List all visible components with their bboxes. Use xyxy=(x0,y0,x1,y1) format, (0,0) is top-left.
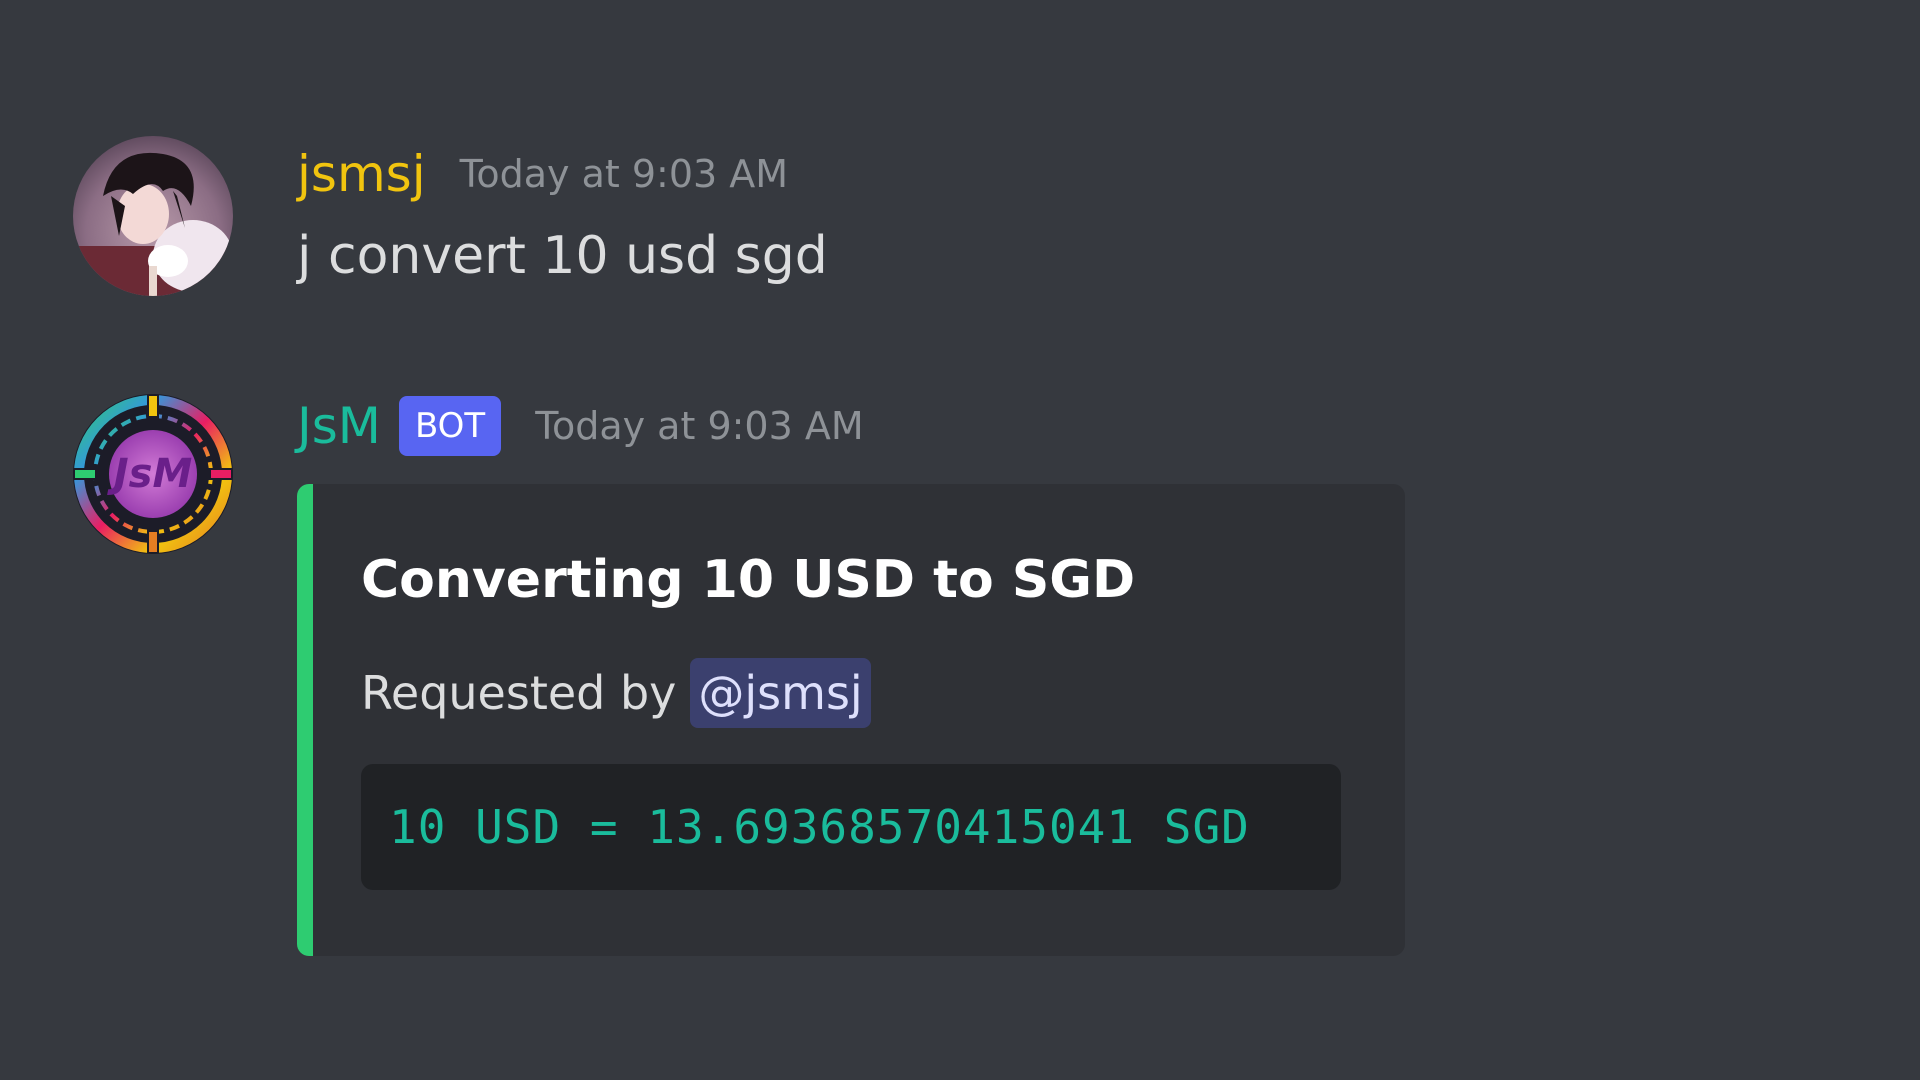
message-header: JsM BOT Today at 9:03 AM xyxy=(297,394,864,458)
timestamp[interactable]: Today at 9:03 AM xyxy=(460,142,788,206)
embed-description: Requested by @jsmsj xyxy=(361,658,871,728)
bot-logo-text: JsM xyxy=(113,451,193,497)
code-text: 10 USD = 13.69368570415041 SGD xyxy=(389,800,1250,854)
message-content: j convert 10 usd sgd xyxy=(297,226,828,286)
embed-description-text: Requested by xyxy=(361,666,677,720)
message-embed: Converting 10 USD to SGD Requested by @j… xyxy=(297,484,1405,956)
chat-message-list: jsmsj Today at 9:03 AM j convert 10 usd … xyxy=(0,0,1920,1080)
code-block: 10 USD = 13.69368570415041 SGD xyxy=(361,764,1341,890)
username[interactable]: JsM xyxy=(297,394,381,458)
user-avatar[interactable] xyxy=(73,136,233,296)
anime-character-avatar-icon xyxy=(73,136,233,296)
bot-avatar[interactable]: JsM xyxy=(73,394,233,554)
username[interactable]: jsmsj xyxy=(297,142,426,206)
timestamp[interactable]: Today at 9:03 AM xyxy=(535,394,863,458)
user-mention[interactable]: @jsmsj xyxy=(690,658,871,728)
embed-title: Converting 10 USD to SGD xyxy=(361,550,1136,610)
bot-tag-badge: BOT xyxy=(398,396,502,456)
message-header: jsmsj Today at 9:03 AM xyxy=(297,142,788,206)
